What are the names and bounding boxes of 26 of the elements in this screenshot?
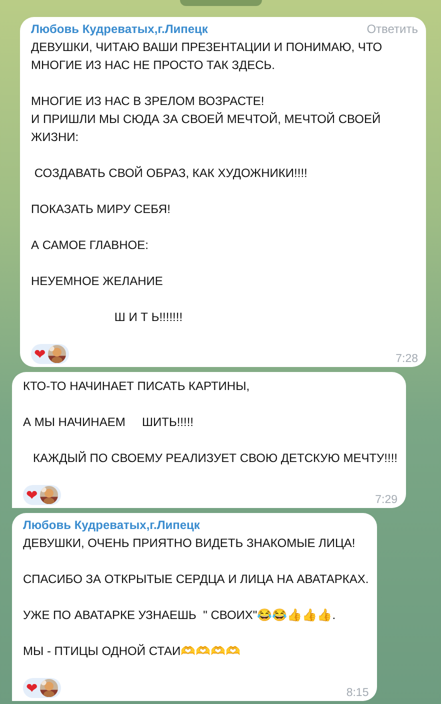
- reaction-emoji: ❤: [26, 679, 38, 697]
- message-text: Ш И Т Ь!!!!!!!: [113, 309, 184, 326]
- reaction-pill[interactable]: ❤: [31, 344, 69, 364]
- message-time: 8:15: [346, 687, 369, 699]
- message-text: МНОГИЕ ИЗ НАС В ЗРЕЛОМ ВОЗРАСТЕ! И ПРИШЛИ МЫ СЮДА ЗА СВОЕЙ МЕЧТОЙ, МЕЧТОЙ СВОЕЙ ЖИЗНИ:: [31, 93, 382, 146]
- message-text: А МЫ НАЧИНАЕМ ШИТЬ!!!!!: [23, 414, 194, 431]
- message-text: МЫ - ПТИЦЫ ОДНОЙ СТАИ🫶🫶🫶🫶: [23, 643, 242, 660]
- reaction-pill[interactable]: ❤: [23, 678, 61, 698]
- reply-link[interactable]: Ответить: [366, 22, 418, 36]
- message-time: 7:28: [396, 353, 418, 365]
- message-text: СОЗДАВАТЬ СВОЙ ОБРАЗ, КАК ХУДОЖНИКИ!!!!: [33, 165, 308, 182]
- message-time: 7:29: [375, 494, 398, 506]
- message-text: СПАСИБО ЗА ОТКРЫТЫЕ СЕРДЦА И ЛИЦА НА АВАТАРКАХ.: [23, 571, 369, 588]
- message-text: ПОКАЗАТЬ МИРУ СЕБЯ!: [31, 201, 172, 218]
- sender-name[interactable]: Любовь Кудреватых,г.Липецк: [23, 518, 200, 532]
- message-text: КТО-ТО НАЧИНАЕТ ПИСАТЬ КАРТИНЫ,: [23, 378, 251, 395]
- reaction-pill[interactable]: ❤: [23, 485, 61, 505]
- message-text: А САМОЕ ГЛАВНОЕ:: [31, 237, 150, 254]
- reaction-emoji: ❤: [34, 345, 46, 363]
- message-text: ДЕВУШКИ, ОЧЕНЬ ПРИЯТНО ВИДЕТЬ ЗНАКОМЫЕ ЛИЦА!: [23, 535, 356, 552]
- message-text: КАЖДЫЙ ПО СВОЕМУ РЕАЛИЗУЕТ СВОЮ ДЕТСКУЮ МЕЧТУ!!!!: [32, 450, 398, 467]
- message-text: УЖЕ ПО АВАТАРКЕ УЗНАЕШЬ " СВОИХ"😂😂👍👍👍.: [23, 607, 337, 624]
- message-text: ДЕВУШКИ, ЧИТАЮ ВАШИ ПРЕЗЕНТАЦИИ И ПОНИМАЮ, ЧТО МНОГИЕ ИЗ НАС НЕ ПРОСТО ТАК ЗДЕСЬ.: [31, 39, 384, 74]
- sender-name[interactable]: Любовь Кудреватых,г.Липецк: [31, 22, 208, 36]
- message-text: НЕУЕМНОЕ ЖЕЛАНИЕ: [31, 273, 164, 290]
- reaction-emoji: ❤: [26, 486, 38, 504]
